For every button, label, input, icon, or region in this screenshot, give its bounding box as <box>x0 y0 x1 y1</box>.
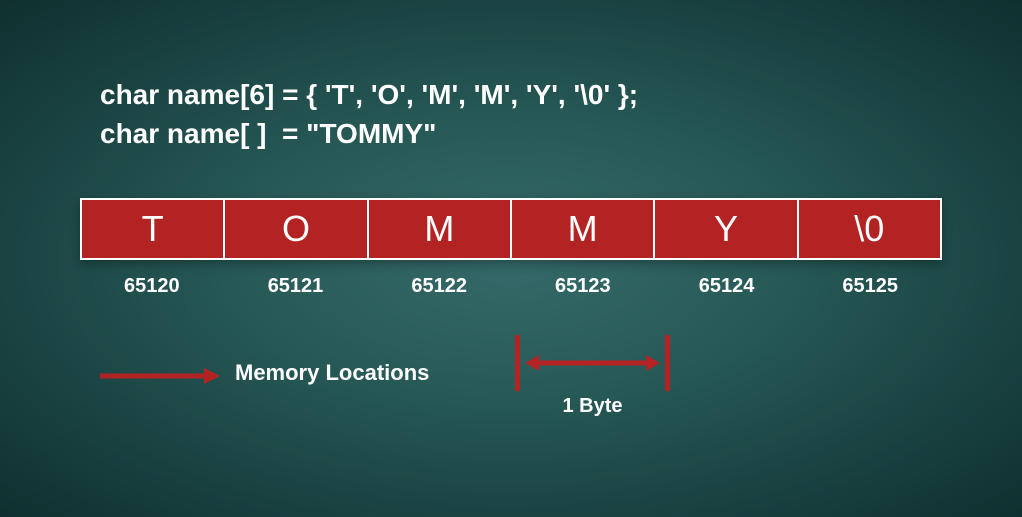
one-byte-label: 1 Byte <box>515 395 670 418</box>
memory-cell: \0 <box>797 198 942 258</box>
memory-cell: M <box>367 198 510 258</box>
memory-address: 65121 <box>224 275 368 298</box>
code-line-2: char name[ ] = "TOMMY" <box>100 118 436 149</box>
memory-addresses: 65120 65121 65122 65123 65124 65125 <box>80 275 942 298</box>
memory-cell: O <box>223 198 366 258</box>
code-declarations: char name[6] = { 'T', 'O', 'M', 'M', 'Y'… <box>100 75 638 153</box>
memory-cell: Y <box>653 198 796 258</box>
bracket-bar-icon <box>515 335 520 391</box>
memory-array: T O M M Y \0 <box>80 198 942 260</box>
double-arrow-icon <box>525 353 660 373</box>
memory-locations-label: Memory Locations <box>235 360 429 386</box>
memory-address: 65123 <box>511 275 655 298</box>
memory-cell: M <box>510 198 653 258</box>
memory-address: 65125 <box>798 275 942 298</box>
code-line-1: char name[6] = { 'T', 'O', 'M', 'M', 'Y'… <box>100 79 638 110</box>
memory-address: 65122 <box>367 275 511 298</box>
one-byte-indicator: 1 Byte <box>515 335 670 415</box>
memory-cell: T <box>80 198 223 258</box>
arrow-right-icon <box>100 368 220 384</box>
memory-address: 65120 <box>80 275 224 298</box>
bracket-bar-icon <box>665 335 670 391</box>
memory-address: 65124 <box>655 275 799 298</box>
